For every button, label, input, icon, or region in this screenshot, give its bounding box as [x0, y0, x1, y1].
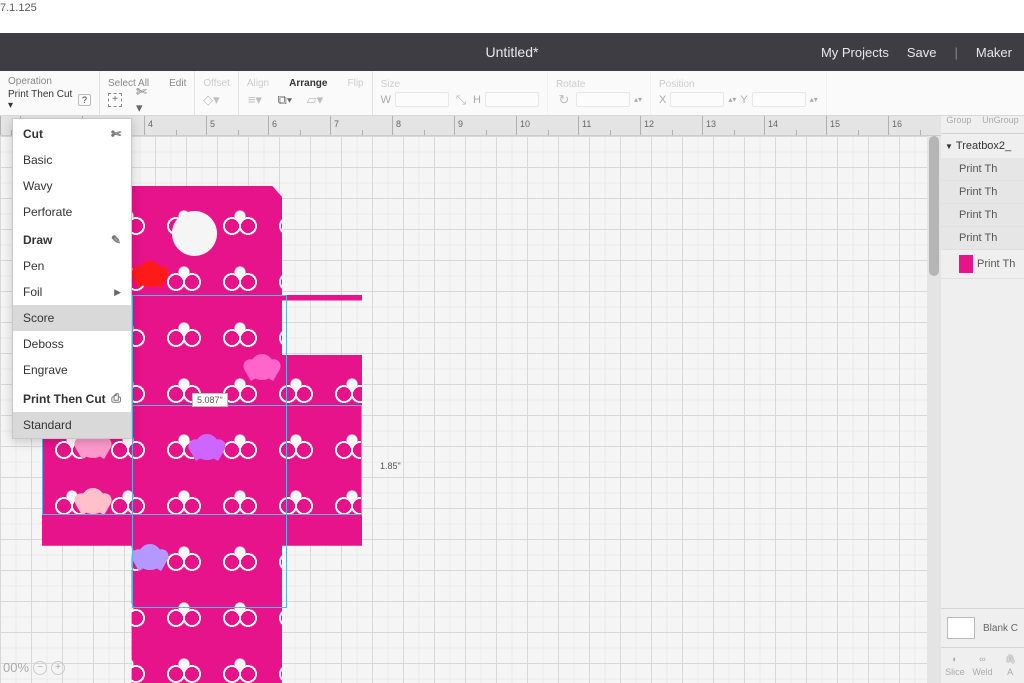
color-swatch[interactable]: [947, 617, 975, 639]
divider: |: [954, 45, 957, 60]
dimension-height: 1.85": [376, 460, 405, 472]
menu-draw-category: Draw✎: [13, 225, 131, 253]
operation-menu: Cut✄ Basic Wavy Perforate Draw✎ Pen Foil…: [12, 118, 132, 439]
select-all-button[interactable]: +: [108, 93, 122, 107]
zoom-out-button[interactable]: −: [33, 661, 47, 675]
menu-engrave[interactable]: Engrave: [13, 357, 131, 383]
save-button[interactable]: Save: [907, 45, 937, 60]
title-bar-actions: My Projects Save | Maker: [821, 45, 1012, 60]
rotate-input[interactable]: [576, 92, 630, 107]
position-label: Position: [659, 79, 818, 90]
zoom-in-button[interactable]: +: [51, 661, 65, 675]
menu-basic[interactable]: Basic: [13, 147, 131, 173]
grid: 5.087" 1.85": [0, 136, 941, 683]
menu-print-cut-category: Print Then Cut⎙: [13, 383, 131, 412]
layer-row[interactable]: Print Th: [941, 204, 1024, 227]
menu-pen[interactable]: Pen: [13, 253, 131, 279]
offset-label: Offset: [203, 78, 230, 89]
arrange-label: Arrange: [289, 78, 327, 89]
position-x-label: X: [659, 94, 666, 106]
version-label: 7.1.125: [0, 2, 37, 14]
blank-canvas-label: Blank C: [983, 623, 1018, 634]
rotate-label: Rotate: [556, 79, 642, 90]
layer-row[interactable]: Print Th: [941, 250, 1024, 279]
size-w-label: W: [381, 94, 391, 106]
main-area: 234567891011121314151617 5.087": [0, 116, 1024, 683]
panel-bottom: Blank C ◐Slice ∞Weld 🖇A: [941, 608, 1024, 683]
position-y-input[interactable]: [752, 92, 806, 107]
chevron-right-icon: ▶: [114, 287, 121, 298]
size-label: Size: [381, 79, 539, 90]
toolbar: Operation Print Then Cut ▾ ? Select All …: [0, 71, 1024, 116]
document-title: Untitled*: [486, 44, 539, 60]
chevron-down-icon: ▼: [945, 142, 953, 151]
weld-icon: ∞: [976, 654, 990, 666]
layer-tree: ▼ Treatbox2_ Print ThPrint ThPrint ThPri…: [941, 134, 1024, 608]
menu-wavy[interactable]: Wavy: [13, 173, 131, 199]
scissors-icon: ✄: [111, 127, 121, 141]
position-y-label: Y: [740, 94, 747, 106]
menu-perforate[interactable]: Perforate: [13, 199, 131, 225]
top-gap: [0, 0, 1024, 33]
align-button[interactable]: ≡▾: [247, 92, 263, 108]
menu-cut-category: Cut✄: [13, 119, 131, 147]
zoom-control[interactable]: 00% − +: [3, 660, 65, 675]
rotate-icon: ↻: [556, 92, 572, 108]
layer-row[interactable]: Print Th: [941, 158, 1024, 181]
layer-row[interactable]: Print Th: [941, 181, 1024, 204]
operation-label: Operation: [8, 76, 91, 87]
edit-label: Edit: [169, 78, 186, 89]
menu-deboss[interactable]: Deboss: [13, 331, 131, 357]
scrollbar-thumb[interactable]: [929, 136, 939, 276]
size-h-input[interactable]: [485, 92, 539, 107]
ruler-horizontal: 234567891011121314151617: [0, 116, 941, 136]
operation-help[interactable]: ?: [78, 94, 91, 106]
offset-button[interactable]: ◇▾: [203, 92, 219, 108]
flip-button[interactable]: ▱▾: [307, 92, 323, 108]
layer-project-title[interactable]: ▼ Treatbox2_: [941, 134, 1024, 158]
zoom-value: 00%: [3, 660, 29, 675]
menu-score[interactable]: Score: [13, 305, 131, 331]
size-w-input[interactable]: [395, 92, 449, 107]
slice-icon: ◐: [948, 654, 962, 666]
title-bar: Untitled* My Projects Save | Maker: [0, 33, 1024, 71]
scrollbar-v[interactable]: [927, 136, 941, 683]
edit-button[interactable]: ✄▾: [136, 92, 152, 108]
weld-button[interactable]: ∞Weld: [969, 648, 997, 683]
lock-aspect-icon[interactable]: ⤡: [453, 92, 469, 108]
dimension-width: 5.087": [192, 393, 228, 407]
layer-row[interactable]: Print Th: [941, 227, 1024, 250]
menu-standard[interactable]: Standard: [13, 412, 131, 438]
attach-icon: 🖇: [1003, 654, 1017, 666]
printer-icon: ⎙: [111, 391, 121, 406]
slice-button[interactable]: ◐Slice: [941, 648, 969, 683]
flip-label: Flip: [347, 78, 363, 89]
layers-panel: Layers Group UnGroup ▼ Treatbox2_ Print …: [941, 71, 1024, 683]
pen-icon: ✎: [111, 233, 121, 247]
device-select[interactable]: Maker: [976, 45, 1012, 60]
position-x-input[interactable]: [670, 92, 724, 107]
canvas[interactable]: 234567891011121314151617 5.087": [0, 116, 941, 683]
align-label: Align: [247, 78, 269, 89]
attach-button[interactable]: 🖇A: [996, 648, 1024, 683]
operation-dropdown[interactable]: Print Then Cut ▾: [8, 89, 74, 111]
menu-foil[interactable]: Foil▶: [13, 279, 131, 305]
my-projects-link[interactable]: My Projects: [821, 45, 889, 60]
arrange-button[interactable]: ⧉▾: [277, 92, 293, 108]
size-h-label: H: [473, 94, 481, 106]
